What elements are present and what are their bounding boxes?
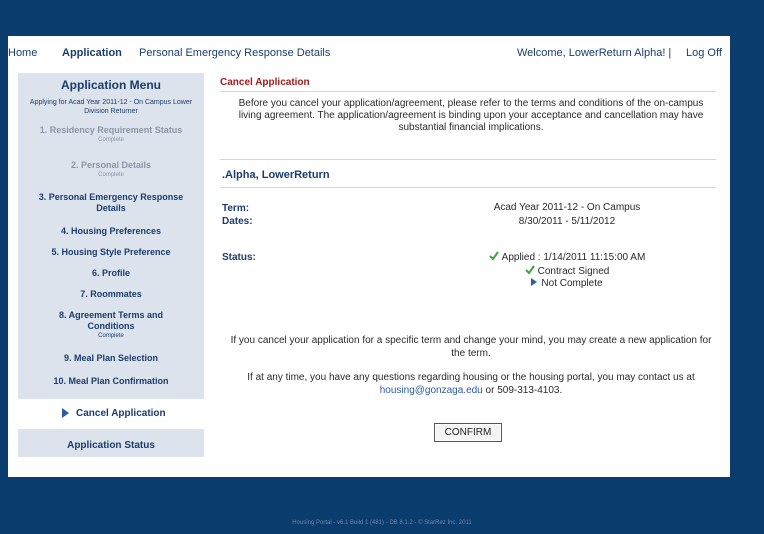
sidebar-item-cancel-application[interactable]: Cancel Application [18, 399, 204, 429]
status-label: Status: [222, 252, 256, 263]
sidebar-item-status: Complete [98, 137, 124, 143]
cancel-note: If you cancel your application for a spe… [230, 335, 712, 359]
sidebar-item-label: 9. Meal Plan Selection [63, 353, 159, 363]
contact-email-link[interactable]: housing@gonzaga.edu [380, 385, 483, 396]
checkmark-icon [488, 251, 499, 261]
status-incomplete: Not Complete [452, 278, 682, 289]
status-incomplete-text: Not Complete [541, 278, 603, 289]
divider [220, 187, 716, 188]
top-navigation: Home Application Personal Emergency Resp… [8, 47, 764, 63]
status-contract: Contract Signed [452, 265, 682, 277]
sidebar-item-label: 10. Meal Plan Confirmation [53, 376, 169, 386]
application-menu-sidebar: Application Menu Applying for Acad Year … [18, 73, 204, 457]
sidebar-item-status: Complete [98, 172, 124, 178]
sidebar-item-personal-details[interactable]: 2. Personal Details Complete [18, 160, 204, 179]
divider [220, 91, 716, 92]
sidebar-item-meal-plan-selection[interactable]: 9. Meal Plan Selection [18, 353, 204, 364]
sidebar-item-roommates[interactable]: 7. Roommates [18, 289, 204, 300]
page-title: Cancel Application [220, 77, 310, 88]
dates-label: Dates: [222, 216, 253, 227]
sidebar-item-housing-style[interactable]: 5. Housing Style Preference [18, 247, 204, 258]
term-label: Term: [222, 203, 250, 214]
sidebar-item-meal-plan-confirmation[interactable]: 10. Meal Plan Confirmation [18, 376, 204, 387]
nav-personal-emergency-link[interactable]: Personal Emergency Response Details [139, 47, 330, 59]
dates-value: 8/30/2011 - 5/11/2012 [518, 216, 616, 227]
sidebar-item-agreement-terms[interactable]: 8. Agreement Terms and Conditions Comple… [48, 310, 174, 340]
sidebar-item-label: 2. Personal Details [70, 160, 152, 170]
sidebar-item-label: 4. Housing Preferences [60, 226, 162, 236]
contact-note: If at any time, you have any questions r… [226, 371, 716, 397]
sidebar-item-label: 1. Residency Requirement Status [39, 125, 183, 135]
status-contract-text: Contract Signed [537, 266, 610, 277]
sidebar-item-status: Complete [98, 333, 124, 339]
sidebar-item-emergency-response[interactable]: 3. Personal Emergency Response Details [26, 192, 196, 214]
footer-text: Housing Portal - v6.1 Build 1 (481) - DB… [292, 520, 472, 526]
logoff-link[interactable]: Log Off [686, 47, 722, 59]
checkmark-icon [524, 265, 535, 275]
applicant-name: .Alpha, LowerReturn [222, 169, 330, 181]
sidebar-item-application-status[interactable]: Application Status [18, 440, 204, 451]
triangle-right-icon [62, 408, 69, 418]
menu-title: Application Menu [61, 78, 161, 92]
sidebar-item-label: 6. Profile [91, 268, 130, 278]
contact-note-text: If at any time, you have any questions r… [247, 372, 695, 383]
welcome-text: Welcome, LowerReturn Alpha! | [517, 47, 672, 59]
triangle-right-icon [531, 278, 538, 286]
main-content: Cancel Application Before you cancel you… [216, 73, 722, 477]
status-applied-text: Applied : 1/14/2011 11:15:00 AM [501, 252, 646, 263]
sidebar-item-label: Cancel Application [76, 408, 166, 419]
sidebar-item-label: 3. Personal Emergency Response Details [38, 192, 184, 213]
menu-subtitle: Applying for Acad Year 2011-12 - On Camp… [29, 99, 193, 115]
nav-application-link[interactable]: Application [62, 47, 122, 59]
sidebar-item-housing-preferences[interactable]: 4. Housing Preferences [18, 226, 204, 237]
sidebar-item-profile[interactable]: 6. Profile [18, 268, 204, 279]
confirm-button[interactable]: CONFIRM [434, 423, 502, 442]
nav-home-link[interactable]: Home [8, 47, 37, 59]
status-applied: Applied : 1/14/2011 11:15:00 AM [452, 251, 682, 263]
divider [220, 159, 716, 160]
sidebar-item-label: 8. Agreement Terms and Conditions [58, 310, 164, 331]
term-value: Acad Year 2011-12 - On Campus [493, 202, 641, 213]
sidebar-item-label: 7. Roommates [80, 289, 142, 299]
sidebar-item-label: 5. Housing Style Preference [51, 247, 171, 257]
cancel-warning-text: Before you cancel your application/agree… [238, 98, 704, 133]
sidebar-item-residency[interactable]: 1. Residency Requirement Status Complete [18, 125, 204, 144]
contact-phone-text: or 509-313-4103. [485, 385, 563, 396]
